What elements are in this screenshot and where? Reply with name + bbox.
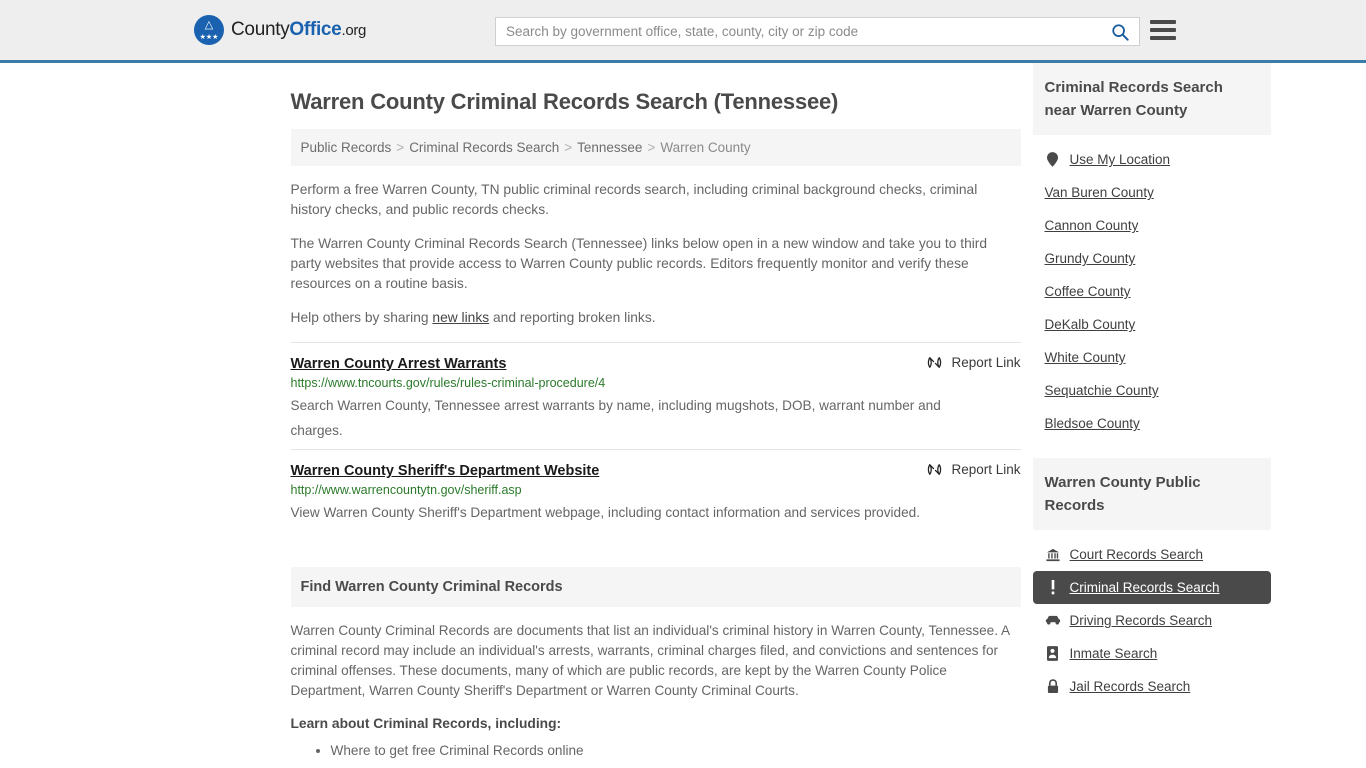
logo-text-office: Office: [289, 19, 342, 40]
result-title-link[interactable]: Warren County Arrest Warrants: [291, 356, 507, 372]
result-url: https://www.tncourts.gov/rules/rules-cri…: [290, 376, 606, 390]
list-item[interactable]: Where to get free Criminal Records onlin…: [331, 740, 1021, 761]
hamburger-bar: [1150, 28, 1176, 32]
lock-icon: [1045, 679, 1061, 694]
sidebar-item-label[interactable]: Use My Location: [1070, 152, 1171, 167]
sidebar-item-label[interactable]: Court Records Search: [1070, 547, 1204, 562]
sidebar-item-label[interactable]: Cannon County: [1045, 218, 1139, 233]
sidebar-item-label[interactable]: Criminal Records Search: [1070, 580, 1220, 595]
sidebar-item-label[interactable]: Driving Records Search: [1070, 613, 1213, 628]
link-result-entry: Report Link Warren County Sheriff's Depa…: [290, 449, 1021, 531]
breadcrumb-item-warren-county: Warren County: [660, 140, 751, 155]
logo-text-org: .org: [341, 22, 367, 39]
breadcrumb-item-tennessee[interactable]: Tennessee: [577, 140, 642, 155]
sidebar-item-label[interactable]: Coffee County: [1045, 284, 1131, 299]
sidebar-item-label[interactable]: Jail Records Search: [1070, 679, 1191, 694]
result-description: Search Warren County, Tennessee arrest w…: [290, 398, 941, 438]
sidebar-heading-nearby: Criminal Records Search near Warren Coun…: [1032, 63, 1271, 135]
logo-text-county: County: [231, 19, 290, 40]
hamburger-menu-icon[interactable]: [1150, 20, 1176, 40]
find-records-heading: Find Warren County Criminal Records: [290, 567, 1021, 607]
sidebar-heading-public-records: Warren County Public Records: [1032, 458, 1271, 530]
report-link-label: Report Link: [951, 462, 1021, 477]
breadcrumb-item-criminal-records-search[interactable]: Criminal Records Search: [409, 140, 559, 155]
sidebar-item-jail-records-search[interactable]: Jail Records Search: [1033, 670, 1271, 703]
sidebar-item-label[interactable]: DeKalb County: [1045, 317, 1136, 332]
sidebar-item-bledsoe-county[interactable]: Bledsoe County: [1033, 407, 1271, 440]
report-link-label: Report Link: [951, 355, 1021, 370]
sidebar-item-sequatchie-county[interactable]: Sequatchie County: [1033, 374, 1271, 407]
learn-about-heading: Learn about Criminal Records, including:: [290, 716, 562, 731]
intro-paragraph-1: Perform a free Warren County, TN public …: [290, 182, 978, 217]
breadcrumb-separator: >: [647, 140, 656, 155]
search-input[interactable]: [496, 18, 1101, 45]
share-text-after: and reporting broken links.: [489, 310, 656, 325]
sidebar-item-driving-records-search[interactable]: Driving Records Search: [1033, 604, 1271, 637]
sidebar-list-nearby: Use My Location Van Buren County Cannon …: [1033, 135, 1271, 440]
sidebar-item-label[interactable]: Sequatchie County: [1045, 383, 1159, 398]
courthouse-icon: [1045, 548, 1061, 562]
report-link-button[interactable]: Report Link: [927, 355, 1021, 370]
broken-link-icon: [928, 356, 942, 369]
logo-text: CountyOffice.org: [231, 19, 366, 41]
share-text-before: Help others by sharing: [290, 310, 433, 325]
site-logo[interactable]: △ ★★★ CountyOffice.org: [194, 15, 366, 45]
eagle-shield-icon: △ ★★★: [194, 15, 224, 45]
sidebar-item-cannon-county[interactable]: Cannon County: [1033, 209, 1271, 242]
sidebar-list-public-records: Court Records Search Criminal Records Se…: [1032, 530, 1271, 703]
car-icon: [1045, 615, 1061, 626]
search-bar: [495, 17, 1140, 46]
hamburger-bar: [1150, 36, 1176, 40]
breadcrumb-separator: >: [396, 140, 405, 155]
sidebar: Criminal Records Search near Warren Coun…: [1032, 63, 1271, 761]
main-column: Warren County Criminal Records Search (T…: [290, 63, 1021, 761]
result-url: http://www.warrencountytn.gov/sheriff.as…: [290, 483, 522, 497]
sidebar-item-van-buren-county[interactable]: Van Buren County: [1033, 176, 1271, 209]
sidebar-item-use-my-location[interactable]: Use My Location: [1033, 143, 1271, 176]
sidebar-item-label[interactable]: Van Buren County: [1045, 185, 1154, 200]
search-icon: [1112, 23, 1129, 41]
intro-paragraph-3: Help others by sharing new links and rep…: [291, 308, 1021, 328]
sidebar-block-nearby: Criminal Records Search near Warren Coun…: [1032, 63, 1271, 440]
sidebar-item-coffee-county[interactable]: Coffee County: [1033, 275, 1271, 308]
sidebar-item-label[interactable]: Inmate Search: [1070, 646, 1158, 661]
sidebar-item-label[interactable]: White County: [1045, 350, 1126, 365]
result-description: View Warren County Sheriff's Department …: [290, 505, 921, 520]
sidebar-item-grundy-county[interactable]: Grundy County: [1033, 242, 1271, 275]
sidebar-item-court-records-search[interactable]: Court Records Search: [1033, 538, 1271, 571]
sidebar-item-criminal-records-search[interactable]: Criminal Records Search: [1032, 571, 1271, 604]
broken-link-icon: [928, 463, 942, 476]
find-records-body: Warren County Criminal Records are docum…: [290, 623, 1010, 698]
link-result-entry: Report Link Warren County Arrest Warrant…: [290, 342, 1021, 449]
breadcrumb-separator: >: [564, 140, 573, 155]
breadcrumb: Public Records > Criminal Records Search > T…: [290, 129, 1021, 166]
hamburger-bar: [1150, 20, 1176, 24]
map-pin-icon: [1045, 152, 1061, 167]
new-links-link[interactable]: new links: [432, 310, 489, 325]
sidebar-block-public-records: Warren County Public Records Court Recor…: [1032, 458, 1271, 703]
sidebar-item-dekalb-county[interactable]: DeKalb County: [1033, 308, 1271, 341]
sidebar-item-label[interactable]: Bledsoe County: [1045, 416, 1140, 431]
sidebar-item-inmate-search[interactable]: Inmate Search: [1033, 637, 1271, 670]
report-link-button[interactable]: Report Link: [927, 462, 1021, 477]
id-card-icon: [1045, 646, 1061, 661]
site-header: △ ★★★ CountyOffice.org: [0, 0, 1366, 63]
sidebar-item-white-county[interactable]: White County: [1033, 341, 1271, 374]
learn-about-list: Where to get free Criminal Records onlin…: [291, 740, 1021, 761]
breadcrumb-item-public-records[interactable]: Public Records: [301, 140, 392, 155]
page-body: Warren County Criminal Records Search (T…: [0, 63, 1366, 761]
intro-paragraph-2: The Warren County Criminal Records Searc…: [290, 236, 988, 291]
exclamation-icon: [1045, 580, 1061, 595]
result-title-link[interactable]: Warren County Sheriff's Department Websi…: [291, 463, 600, 479]
sidebar-item-label[interactable]: Grundy County: [1045, 251, 1136, 266]
search-button[interactable]: [1101, 18, 1139, 45]
page-title: Warren County Criminal Records Search (T…: [290, 89, 839, 114]
